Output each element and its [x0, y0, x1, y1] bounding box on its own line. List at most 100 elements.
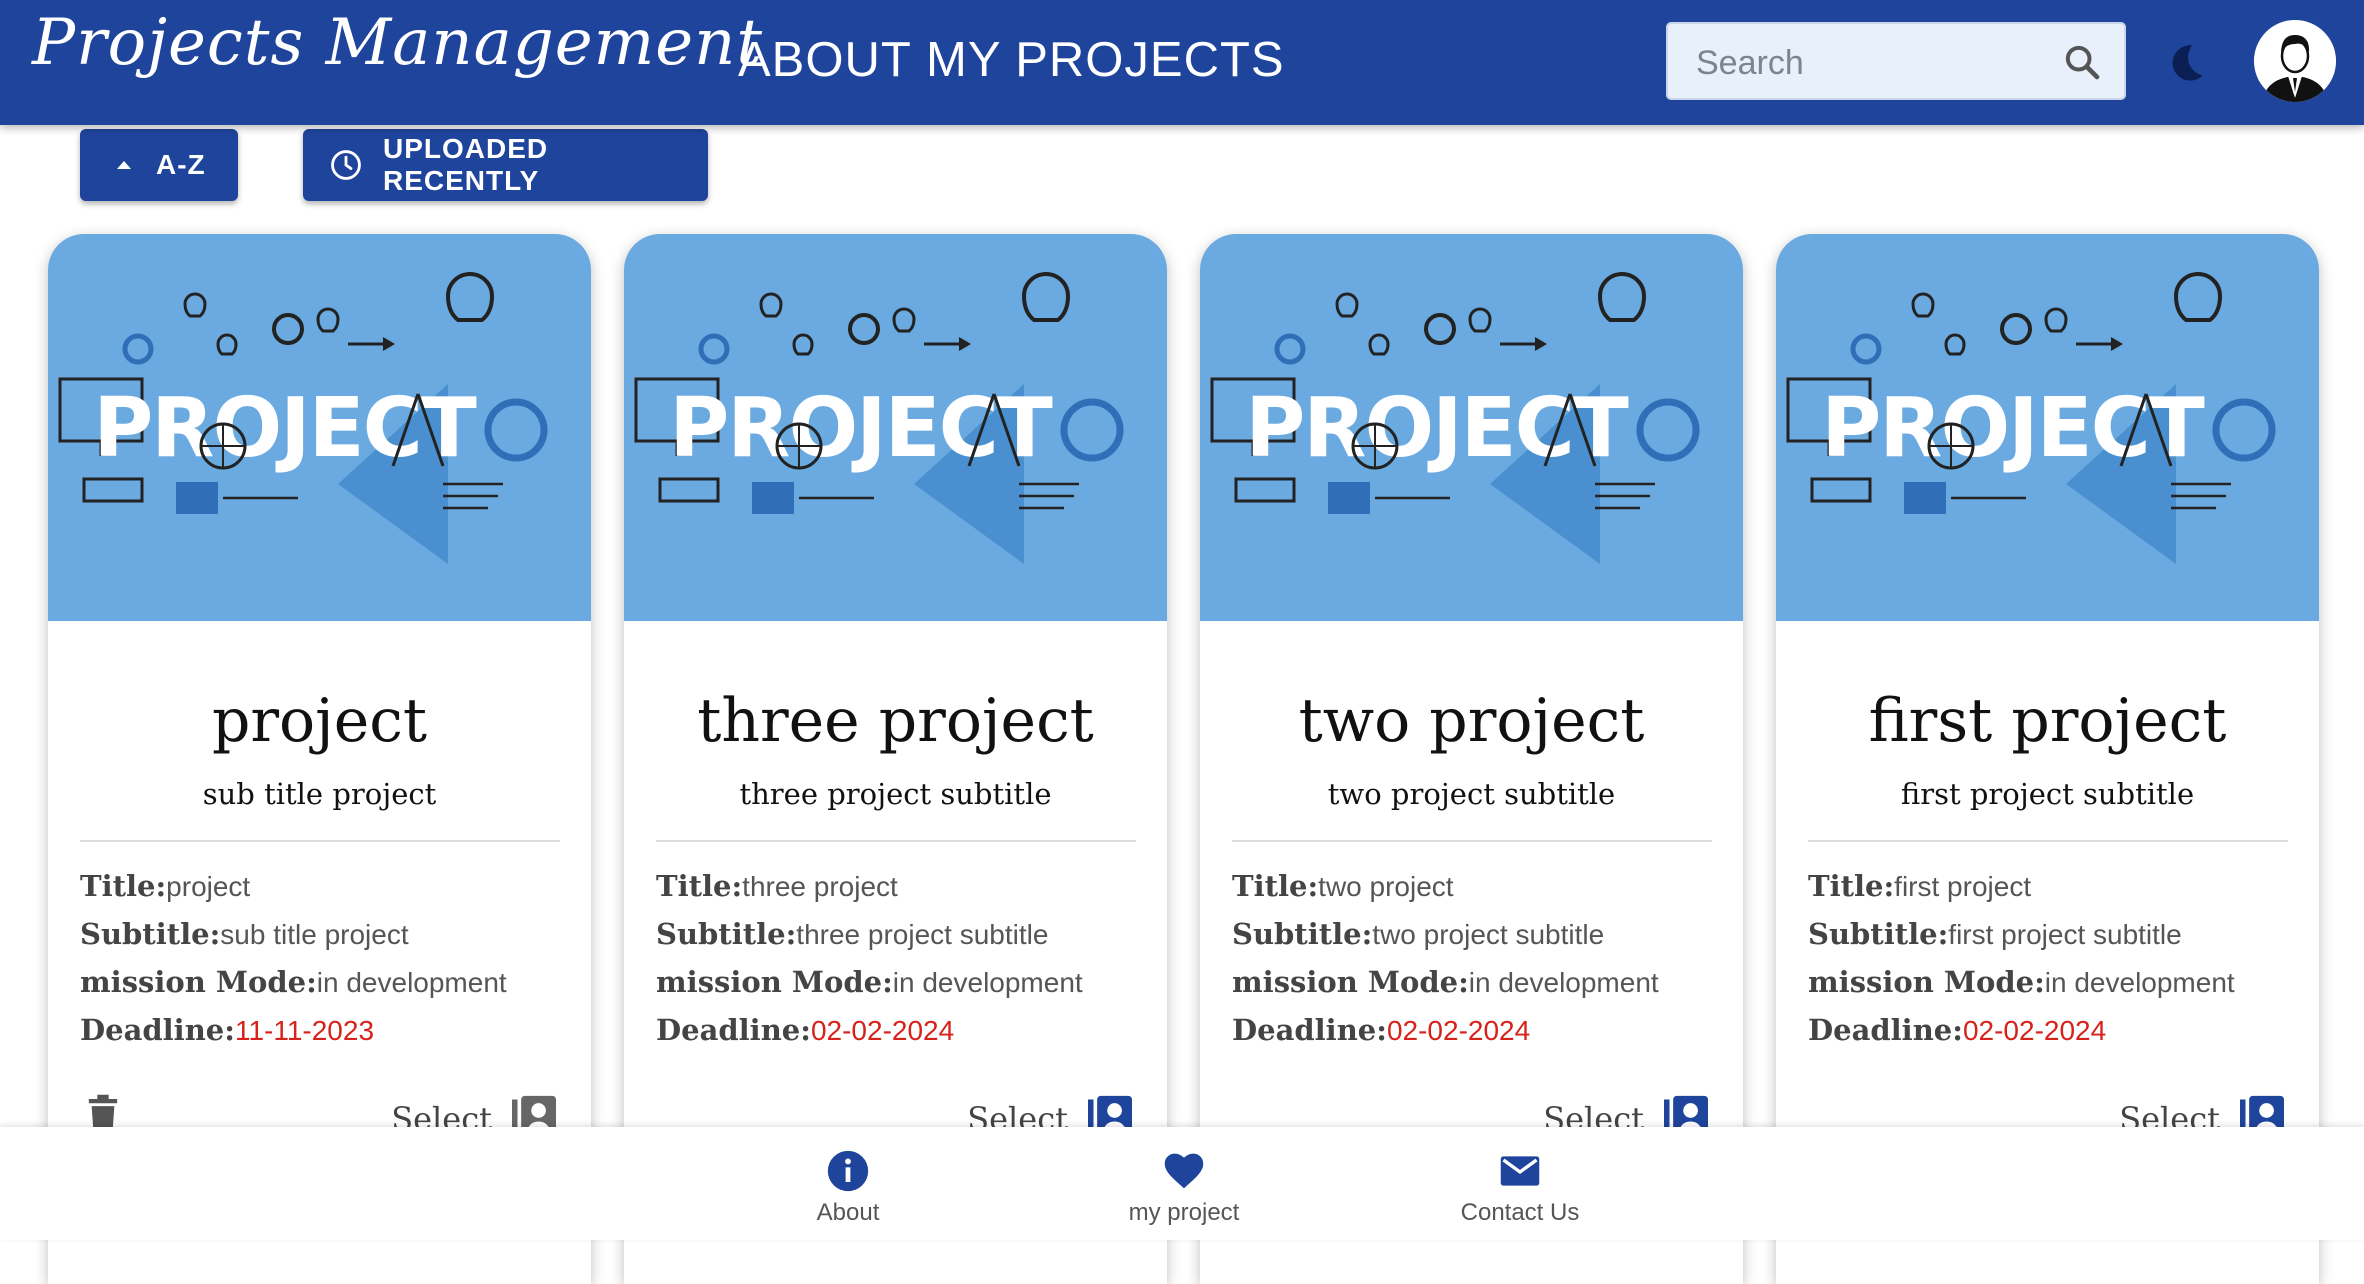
info-title-value: project: [166, 871, 251, 902]
user-avatar[interactable]: [2254, 20, 2336, 102]
info-subtitle-value: first project subtitle: [1948, 919, 2182, 950]
illustration-note: [1904, 482, 1946, 514]
info-mode-label: mission Mode:: [1808, 965, 2045, 999]
project-illustration: PROJECT: [634, 272, 1124, 564]
info-mode-value: in development: [892, 967, 1083, 998]
illustration-bulbs: [183, 272, 495, 356]
card-info: Title:first project Subtitle:first proje…: [1808, 862, 2288, 1054]
card-info: Title:two project Subtitle:two project s…: [1232, 862, 1712, 1054]
info-subtitle-value: three project subtitle: [796, 919, 1049, 950]
illustration-bulbs: [1335, 272, 1647, 356]
sort-az-button[interactable]: A-Z: [80, 129, 238, 201]
clock-icon: [331, 150, 361, 180]
sort-uploaded-recently-button[interactable]: UPLOADED RECENTLY: [303, 129, 708, 201]
illustration-gear: [1424, 313, 1456, 345]
illustration-gear-small: [1850, 333, 1882, 365]
bottom-nav-my-project[interactable]: my project: [1064, 1149, 1304, 1227]
card-image: PROJECT: [1776, 234, 2319, 621]
info-deadline-value: 02-02-2024: [810, 1015, 955, 1046]
info-deadline-row: Deadline:02-02-2024: [1808, 1006, 2288, 1054]
app-brand-title[interactable]: Projects Management: [32, 6, 763, 80]
card-title: first project: [1868, 686, 2227, 756]
illustration-note: [176, 482, 218, 514]
mail-icon: [1500, 1156, 1540, 1186]
info-deadline-label: Deadline:: [1232, 1013, 1387, 1047]
info-subtitle-label: Subtitle:: [1808, 917, 1949, 951]
bottom-nav-contact[interactable]: Contact Us: [1400, 1149, 1640, 1227]
info-title-value: three project: [742, 871, 898, 902]
card-title: three project: [697, 686, 1094, 756]
illustration-gear-large: [2212, 398, 2276, 462]
illustration-gear: [2000, 313, 2032, 345]
card-image: PROJECT: [1200, 234, 1743, 621]
illustration-gear: [848, 313, 880, 345]
illustration-gear-large: [484, 398, 548, 462]
illustration-gear: [272, 313, 304, 345]
info-mode-value: in development: [1468, 967, 1659, 998]
illustration-note: [752, 482, 794, 514]
info-subtitle-row: Subtitle:sub title project: [80, 910, 560, 958]
info-subtitle-label: Subtitle:: [656, 917, 797, 951]
info-title-row: Title:two project: [1232, 862, 1712, 910]
info-title-row: Title:three project: [656, 862, 1136, 910]
info-deadline-label: Deadline:: [656, 1013, 811, 1047]
project-illustration: PROJECT: [1786, 272, 2276, 564]
info-subtitle-label: Subtitle:: [80, 917, 221, 951]
info-title-label: Title:: [1808, 869, 1895, 903]
illustration-gear-large: [1636, 398, 1700, 462]
illustration-note: [1328, 482, 1370, 514]
info-subtitle-value: sub title project: [220, 919, 409, 950]
app-bar: Projects Management ABOUT MY PROJECTS: [0, 0, 2364, 125]
card-title: project: [211, 686, 428, 756]
info-icon: [827, 1150, 869, 1192]
info-mode-value: in development: [2044, 967, 2235, 998]
info-subtitle-value: two project subtitle: [1372, 919, 1605, 950]
nav-about-link[interactable]: ABOUT: [738, 32, 912, 88]
info-subtitle-row: Subtitle:two project subtitle: [1232, 910, 1712, 958]
moon-icon[interactable]: [2160, 38, 2210, 88]
card-info: Title:three project Subtitle:three proje…: [656, 862, 1136, 1054]
heart-icon: [1164, 1153, 1204, 1189]
info-deadline-value: 02-02-2024: [1962, 1015, 2107, 1046]
info-title-value: two project: [1318, 871, 1454, 902]
info-mode-row: mission Mode:in development: [80, 958, 560, 1006]
info-deadline-row: Deadline:02-02-2024: [1232, 1006, 1712, 1054]
info-mode-label: mission Mode:: [656, 965, 893, 999]
search-icon[interactable]: [2062, 42, 2102, 82]
info-subtitle-row: Subtitle:first project subtitle: [1808, 910, 2288, 958]
illustration-bulbs: [1911, 272, 2223, 356]
bottom-nav-about[interactable]: About: [728, 1149, 968, 1227]
info-title-row: Title:first project: [1808, 862, 2288, 910]
illustration-gear-small: [698, 333, 730, 365]
card-subtitle: first project subtitle: [1900, 777, 2195, 811]
info-mode-label: mission Mode:: [1232, 965, 1469, 999]
info-subtitle-label: Subtitle:: [1232, 917, 1373, 951]
info-mode-label: mission Mode:: [80, 965, 317, 999]
bottom-nav-my-project-label: my project: [1128, 1199, 1240, 1226]
info-title-label: Title:: [80, 869, 167, 903]
card-image: PROJECT: [48, 234, 591, 621]
illustration-gear-large: [1060, 398, 1124, 462]
nav-my-projects-link[interactable]: MY PROJECTS: [926, 32, 1285, 88]
info-mode-row: mission Mode:in development: [656, 958, 1136, 1006]
info-deadline-value: 11-11-2023: [234, 1015, 375, 1046]
info-deadline-label: Deadline:: [1808, 1013, 1963, 1047]
card-divider: [656, 840, 1136, 842]
card-subtitle: two project subtitle: [1327, 777, 1616, 811]
illustration-gear-small: [1274, 333, 1306, 365]
project-illustration: PROJECT: [1210, 272, 1700, 564]
bottom-nav-about-label: About: [816, 1199, 880, 1226]
card-subtitle: sub title project: [202, 777, 437, 811]
sort-recent-label: UPLOADED RECENTLY: [383, 133, 549, 196]
search-input[interactable]: [1694, 38, 2058, 88]
card-divider: [1808, 840, 2288, 842]
info-subtitle-row: Subtitle:three project subtitle: [656, 910, 1136, 958]
info-deadline-label: Deadline:: [80, 1013, 235, 1047]
card-image: PROJECT: [624, 234, 1167, 621]
card-info: Title:project Subtitle:sub title project…: [80, 862, 560, 1054]
info-mode-row: mission Mode:in development: [1808, 958, 2288, 1006]
arrow-up-icon: [117, 161, 131, 169]
card-divider: [1232, 840, 1712, 842]
project-illustration: PROJECT: [58, 272, 548, 564]
card-divider: [80, 840, 560, 842]
